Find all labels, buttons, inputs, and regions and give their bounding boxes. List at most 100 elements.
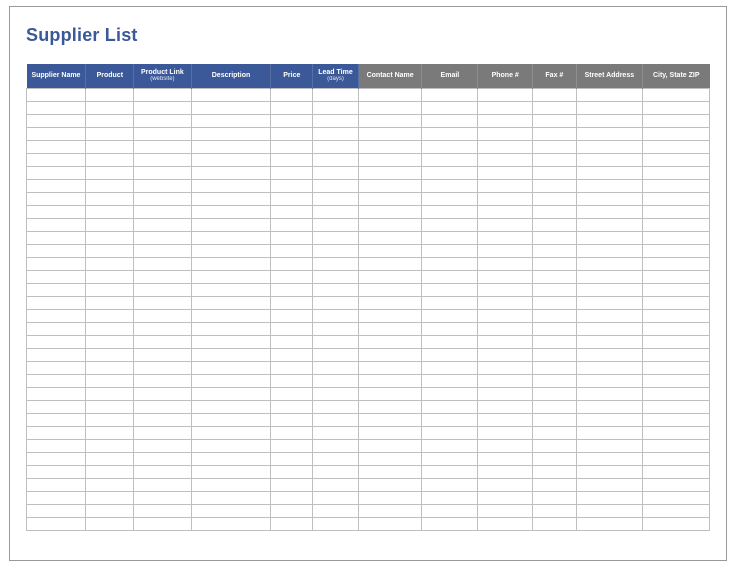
table-cell[interactable] [642,192,709,205]
table-cell[interactable] [271,348,313,361]
table-cell[interactable] [576,478,642,491]
table-cell[interactable] [533,179,577,192]
table-cell[interactable] [642,452,709,465]
table-cell[interactable] [27,478,86,491]
table-cell[interactable] [313,348,359,361]
table-cell[interactable] [313,231,359,244]
table-cell[interactable] [134,192,191,205]
table-cell[interactable] [271,374,313,387]
table-cell[interactable] [478,452,533,465]
table-cell[interactable] [27,140,86,153]
table-cell[interactable] [134,218,191,231]
table-cell[interactable] [86,504,134,517]
table-cell[interactable] [27,244,86,257]
table-cell[interactable] [134,296,191,309]
table-cell[interactable] [358,179,422,192]
table-cell[interactable] [271,101,313,114]
table-cell[interactable] [86,231,134,244]
table-cell[interactable] [27,270,86,283]
table-cell[interactable] [576,153,642,166]
table-cell[interactable] [642,140,709,153]
table-cell[interactable] [86,348,134,361]
table-cell[interactable] [358,426,422,439]
table-cell[interactable] [422,257,478,270]
table-cell[interactable] [533,192,577,205]
table-cell[interactable] [27,439,86,452]
table-cell[interactable] [313,309,359,322]
table-cell[interactable] [422,348,478,361]
table-cell[interactable] [86,309,134,322]
table-cell[interactable] [642,114,709,127]
table-cell[interactable] [86,465,134,478]
table-cell[interactable] [533,335,577,348]
table-cell[interactable] [533,517,577,530]
table-cell[interactable] [422,465,478,478]
table-cell[interactable] [271,231,313,244]
table-cell[interactable] [313,452,359,465]
table-cell[interactable] [27,335,86,348]
table-cell[interactable] [86,179,134,192]
table-cell[interactable] [313,296,359,309]
table-cell[interactable] [27,322,86,335]
table-cell[interactable] [358,153,422,166]
table-cell[interactable] [422,491,478,504]
table-cell[interactable] [422,231,478,244]
table-cell[interactable] [422,192,478,205]
table-cell[interactable] [191,361,271,374]
table-cell[interactable] [358,140,422,153]
table-cell[interactable] [27,296,86,309]
table-cell[interactable] [271,309,313,322]
table-cell[interactable] [358,387,422,400]
table-cell[interactable] [313,465,359,478]
table-cell[interactable] [422,504,478,517]
table-cell[interactable] [533,283,577,296]
table-cell[interactable] [358,322,422,335]
table-cell[interactable] [86,387,134,400]
table-cell[interactable] [86,88,134,101]
table-cell[interactable] [271,426,313,439]
table-cell[interactable] [134,166,191,179]
table-cell[interactable] [478,166,533,179]
table-cell[interactable] [576,231,642,244]
table-cell[interactable] [478,322,533,335]
table-cell[interactable] [642,179,709,192]
table-cell[interactable] [642,296,709,309]
table-cell[interactable] [478,205,533,218]
table-cell[interactable] [422,387,478,400]
table-cell[interactable] [313,192,359,205]
table-cell[interactable] [27,361,86,374]
table-cell[interactable] [134,270,191,283]
table-cell[interactable] [313,413,359,426]
table-cell[interactable] [191,517,271,530]
table-cell[interactable] [27,309,86,322]
table-cell[interactable] [533,387,577,400]
table-cell[interactable] [313,478,359,491]
table-cell[interactable] [191,374,271,387]
table-cell[interactable] [422,127,478,140]
table-cell[interactable] [27,348,86,361]
table-cell[interactable] [86,361,134,374]
table-cell[interactable] [478,114,533,127]
table-cell[interactable] [271,413,313,426]
table-cell[interactable] [642,257,709,270]
table-cell[interactable] [422,400,478,413]
table-cell[interactable] [134,127,191,140]
table-cell[interactable] [313,283,359,296]
table-cell[interactable] [422,88,478,101]
table-cell[interactable] [27,179,86,192]
table-cell[interactable] [313,426,359,439]
table-cell[interactable] [358,296,422,309]
table-cell[interactable] [478,283,533,296]
table-cell[interactable] [642,400,709,413]
table-cell[interactable] [576,309,642,322]
table-cell[interactable] [191,296,271,309]
table-cell[interactable] [313,335,359,348]
table-cell[interactable] [533,257,577,270]
table-cell[interactable] [422,426,478,439]
table-cell[interactable] [86,114,134,127]
table-cell[interactable] [86,127,134,140]
table-cell[interactable] [313,140,359,153]
table-cell[interactable] [478,153,533,166]
table-cell[interactable] [313,400,359,413]
table-cell[interactable] [313,361,359,374]
